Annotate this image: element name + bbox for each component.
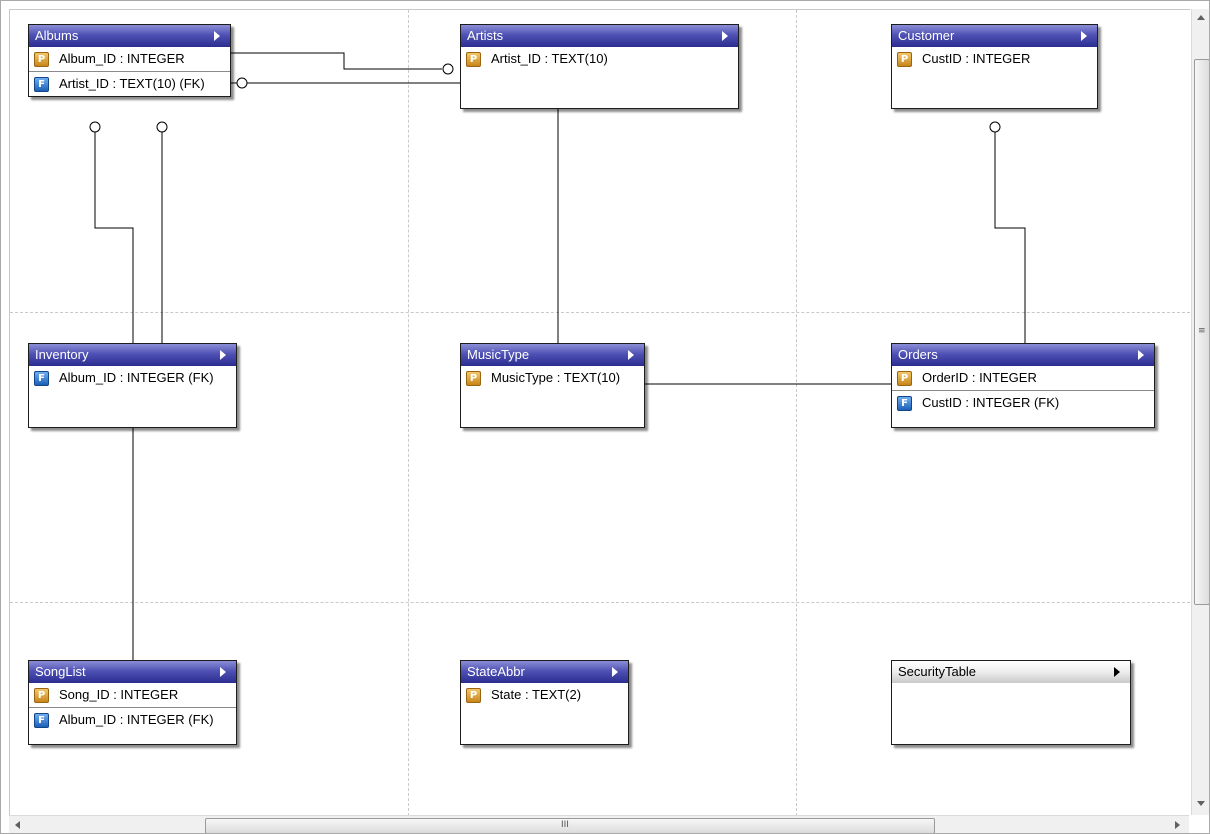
field-row[interactable]: P Song_ID : INTEGER [29,683,236,708]
primary-key-icon: P [466,52,481,67]
field-label: Album_ID : INTEGER (FK) [59,712,214,727]
table-header[interactable]: Albums [29,25,230,47]
diagram-canvas[interactable]: Albums P Album_ID : INTEGER F Artist_ID : … [9,9,1190,816]
table-title: SongList [35,664,86,679]
diagram-window: Albums P Album_ID : INTEGER F Artist_ID : … [0,0,1210,834]
field-row[interactable]: F Album_ID : INTEGER (FK) [29,708,236,732]
table-artists[interactable]: Artists P Artist_ID : TEXT(10) [460,24,739,109]
table-header[interactable]: Inventory [29,344,236,366]
scroll-up-arrow-icon[interactable] [1197,15,1205,20]
table-title: Inventory [35,347,89,362]
primary-key-icon: P [34,52,49,67]
field-label: Artist_ID : TEXT(10) [491,51,608,66]
field-label: Album_ID : INTEGER [59,51,185,66]
primary-key-icon: P [897,52,912,67]
field-row[interactable]: P Album_ID : INTEGER [29,47,230,72]
table-header[interactable]: SongList [29,661,236,683]
field-row[interactable]: P MusicType : TEXT(10) [461,366,644,390]
field-label: CustID : INTEGER (FK) [922,395,1060,410]
table-title: Artists [467,28,504,43]
table-title: Albums [35,28,79,43]
expand-arrow-icon[interactable] [220,350,226,360]
field-label: State : TEXT(2) [491,687,582,702]
foreign-key-icon: F [34,371,49,386]
optional-cardinality-marker [156,121,168,133]
table-inventory[interactable]: Inventory F Album_ID : INTEGER (FK) [28,343,237,428]
field-row[interactable]: F Album_ID : INTEGER (FK) [29,366,236,390]
foreign-key-icon: F [897,396,912,411]
table-securitytable[interactable]: SecurityTable [891,660,1131,745]
field-label: Song_ID : INTEGER [59,687,179,702]
primary-key-icon: P [466,688,481,703]
table-title: Orders [898,347,938,362]
table-header[interactable]: Artists [461,25,738,47]
horizontal-scrollbar[interactable]: III [9,815,1189,833]
field-row[interactable]: P State : TEXT(2) [461,683,628,707]
field-row[interactable]: F CustID : INTEGER (FK) [892,391,1154,415]
primary-key-icon: P [34,688,49,703]
horizontal-scroll-thumb[interactable]: III [205,818,935,833]
expand-arrow-icon[interactable] [214,31,220,41]
foreign-key-icon: F [34,77,49,92]
table-albums[interactable]: Albums P Album_ID : INTEGER F Artist_ID : … [28,24,231,97]
optional-cardinality-marker [236,77,248,89]
expand-arrow-icon[interactable] [1138,350,1144,360]
expand-arrow-icon[interactable] [612,667,618,677]
optional-cardinality-marker [442,63,454,75]
table-customer[interactable]: Customer P CustID : INTEGER [891,24,1098,109]
table-title: Customer [898,28,955,43]
relationship-line [94,123,134,343]
relationship-line [229,82,559,384]
grip-icon: ≡ [1198,326,1206,336]
optional-cardinality-marker [989,121,1001,133]
expand-arrow-icon[interactable] [1081,31,1087,41]
expand-arrow-icon[interactable] [628,350,634,360]
scroll-down-arrow-icon[interactable] [1197,801,1205,806]
table-title: StateAbbr [467,664,525,679]
field-label: Album_ID : INTEGER (FK) [59,370,214,385]
table-header[interactable]: Orders [892,344,1154,366]
field-row[interactable]: P CustID : INTEGER [892,47,1097,71]
table-header[interactable]: SecurityTable [892,661,1130,683]
expand-arrow-icon[interactable] [722,31,728,41]
table-songlist[interactable]: SongList P Song_ID : INTEGER F Album_ID : … [28,660,237,745]
grip-icon: III [561,820,569,830]
foreign-key-icon: F [34,713,49,728]
table-header[interactable]: MusicType [461,344,644,366]
scroll-right-arrow-icon[interactable] [1175,821,1180,829]
table-orders[interactable]: Orders P OrderID : INTEGER F CustID : INTE… [891,343,1155,428]
table-stateabbr[interactable]: StateAbbr P State : TEXT(2) [460,660,629,745]
scroll-left-arrow-icon[interactable] [15,821,20,829]
table-header[interactable]: Customer [892,25,1097,47]
optional-cardinality-marker [89,121,101,133]
primary-key-icon: P [897,371,912,386]
primary-key-icon: P [466,371,481,386]
field-row[interactable]: F Artist_ID : TEXT(10) (FK) [29,72,230,96]
expand-arrow-icon[interactable] [1114,667,1120,677]
vertical-scroll-thumb[interactable]: ≡ [1194,59,1209,605]
field-label: CustID : INTEGER [922,51,1031,66]
table-musictype[interactable]: MusicType P MusicType : TEXT(10) [460,343,645,428]
relationship-line [229,52,442,70]
table-title: MusicType [467,347,530,362]
field-row[interactable]: P Artist_ID : TEXT(10) [461,47,738,71]
field-label: Artist_ID : TEXT(10) (FK) [59,76,205,91]
field-label: MusicType : TEXT(10) [491,370,621,385]
field-row[interactable]: P OrderID : INTEGER [892,366,1154,391]
relationship-line [994,123,1026,343]
table-title: SecurityTable [898,664,977,679]
vertical-scrollbar[interactable]: ≡ [1191,9,1209,815]
table-header[interactable]: StateAbbr [461,661,628,683]
field-label: OrderID : INTEGER [922,370,1037,385]
expand-arrow-icon[interactable] [220,667,226,677]
